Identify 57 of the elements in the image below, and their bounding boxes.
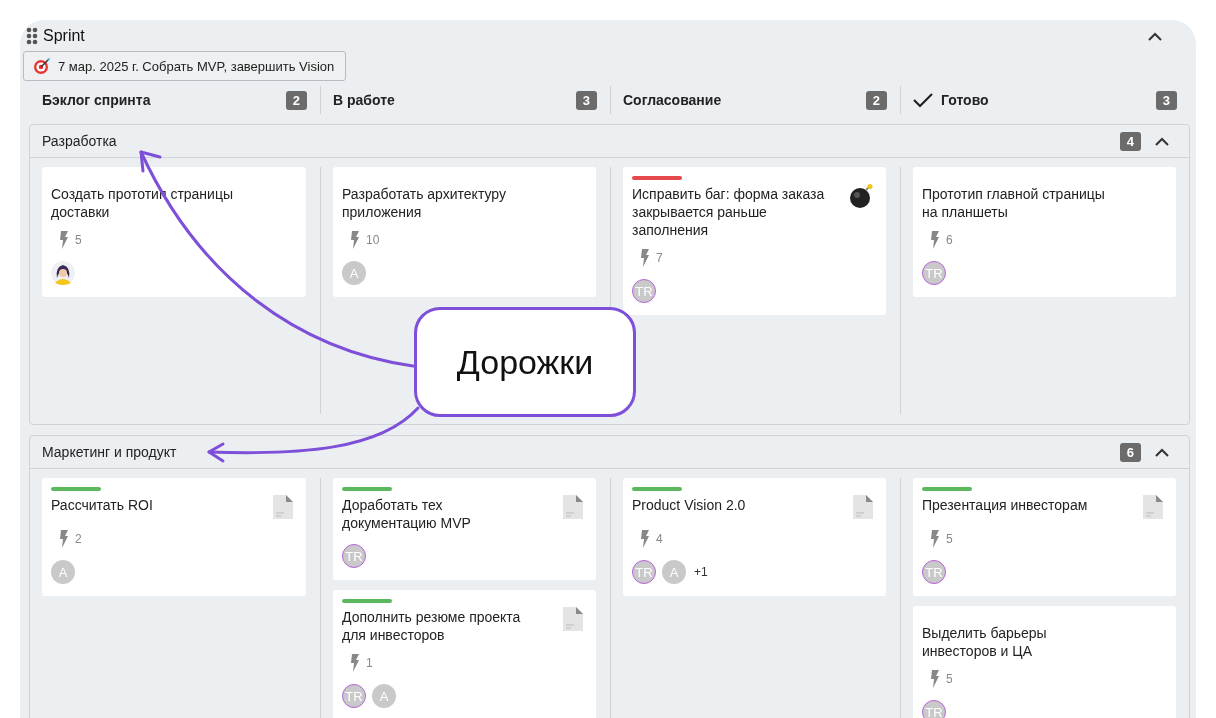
card-title: Исправить баг: форма заказа закрывается раньше заполнения — [632, 185, 826, 239]
card-title: Доработать тех документацию MVP — [342, 496, 472, 532]
sprint-goal[interactable]: 7 мар. 2025 г. Собрать MVP, завершить Vision — [23, 51, 347, 81]
story-points: 5 — [946, 532, 953, 546]
callout: Дорожки — [414, 307, 636, 417]
story-points: 1 — [366, 656, 373, 670]
board-title: Sprint — [43, 27, 86, 45]
column-title: В работе — [333, 92, 396, 108]
story-points: 4 — [656, 532, 663, 546]
lightning-icon — [640, 530, 650, 548]
swimlane-title: Разработка — [42, 133, 118, 149]
column-count: 2 — [865, 90, 887, 110]
column-title: Согласование — [623, 92, 723, 108]
document-icon — [272, 494, 294, 520]
drag-handle-icon[interactable] — [26, 27, 38, 45]
card-title: Выделить барьеры инвесторов и ЦА — [922, 624, 1048, 660]
document-icon — [852, 494, 874, 520]
avatar — [51, 261, 75, 285]
story-points: 5 — [75, 233, 82, 247]
check-icon — [913, 92, 933, 108]
card-title: Разработать архитектуру приложения — [342, 185, 507, 221]
lightning-icon — [59, 231, 69, 249]
lightning-icon — [640, 249, 650, 267]
more-assignees: +1 — [694, 565, 708, 579]
card-title: Product Vision 2.0 — [632, 496, 746, 514]
document-icon — [1142, 494, 1164, 520]
target-icon — [33, 57, 51, 75]
swimlane-title: Маркетинг и продукт — [42, 444, 178, 460]
collapse-chevron-icon[interactable] — [1155, 447, 1169, 457]
story-points: 7 — [656, 251, 663, 265]
card-title: Презентация инвесторам — [922, 496, 1088, 514]
sprint-goal-text: 7 мар. 2025 г. Собрать MVP, завершить Vision — [58, 58, 335, 74]
collapse-chevron-icon[interactable] — [1155, 136, 1169, 146]
lightning-icon — [59, 530, 69, 548]
story-points: 5 — [946, 672, 953, 686]
lightning-icon — [350, 654, 360, 672]
lightning-icon — [930, 530, 940, 548]
swimlane-count: 6 — [1119, 442, 1141, 462]
column-count: 3 — [1155, 90, 1177, 110]
card-title: Прототип главной страницы на планшеты — [922, 185, 1106, 221]
swimlane-count: 4 — [1119, 131, 1141, 151]
lightning-icon — [930, 231, 940, 249]
document-icon — [562, 494, 584, 520]
lightning-icon — [350, 231, 360, 249]
lightning-icon — [930, 670, 940, 688]
column-title: Бэклог спринта — [42, 92, 152, 108]
card-title: Рассчитать ROI — [51, 496, 153, 514]
collapse-chevron-icon[interactable] — [1148, 31, 1162, 41]
column-count: 3 — [575, 90, 597, 110]
story-points: 10 — [366, 233, 380, 247]
story-points: 6 — [946, 233, 953, 247]
document-icon — [562, 606, 584, 632]
column-title: Готово — [941, 92, 990, 108]
card-title: Дополнить резюме проекта для инвесторов — [342, 608, 522, 644]
story-points: 2 — [75, 532, 82, 546]
bomb-icon — [848, 183, 874, 209]
column-count: 2 — [285, 90, 307, 110]
